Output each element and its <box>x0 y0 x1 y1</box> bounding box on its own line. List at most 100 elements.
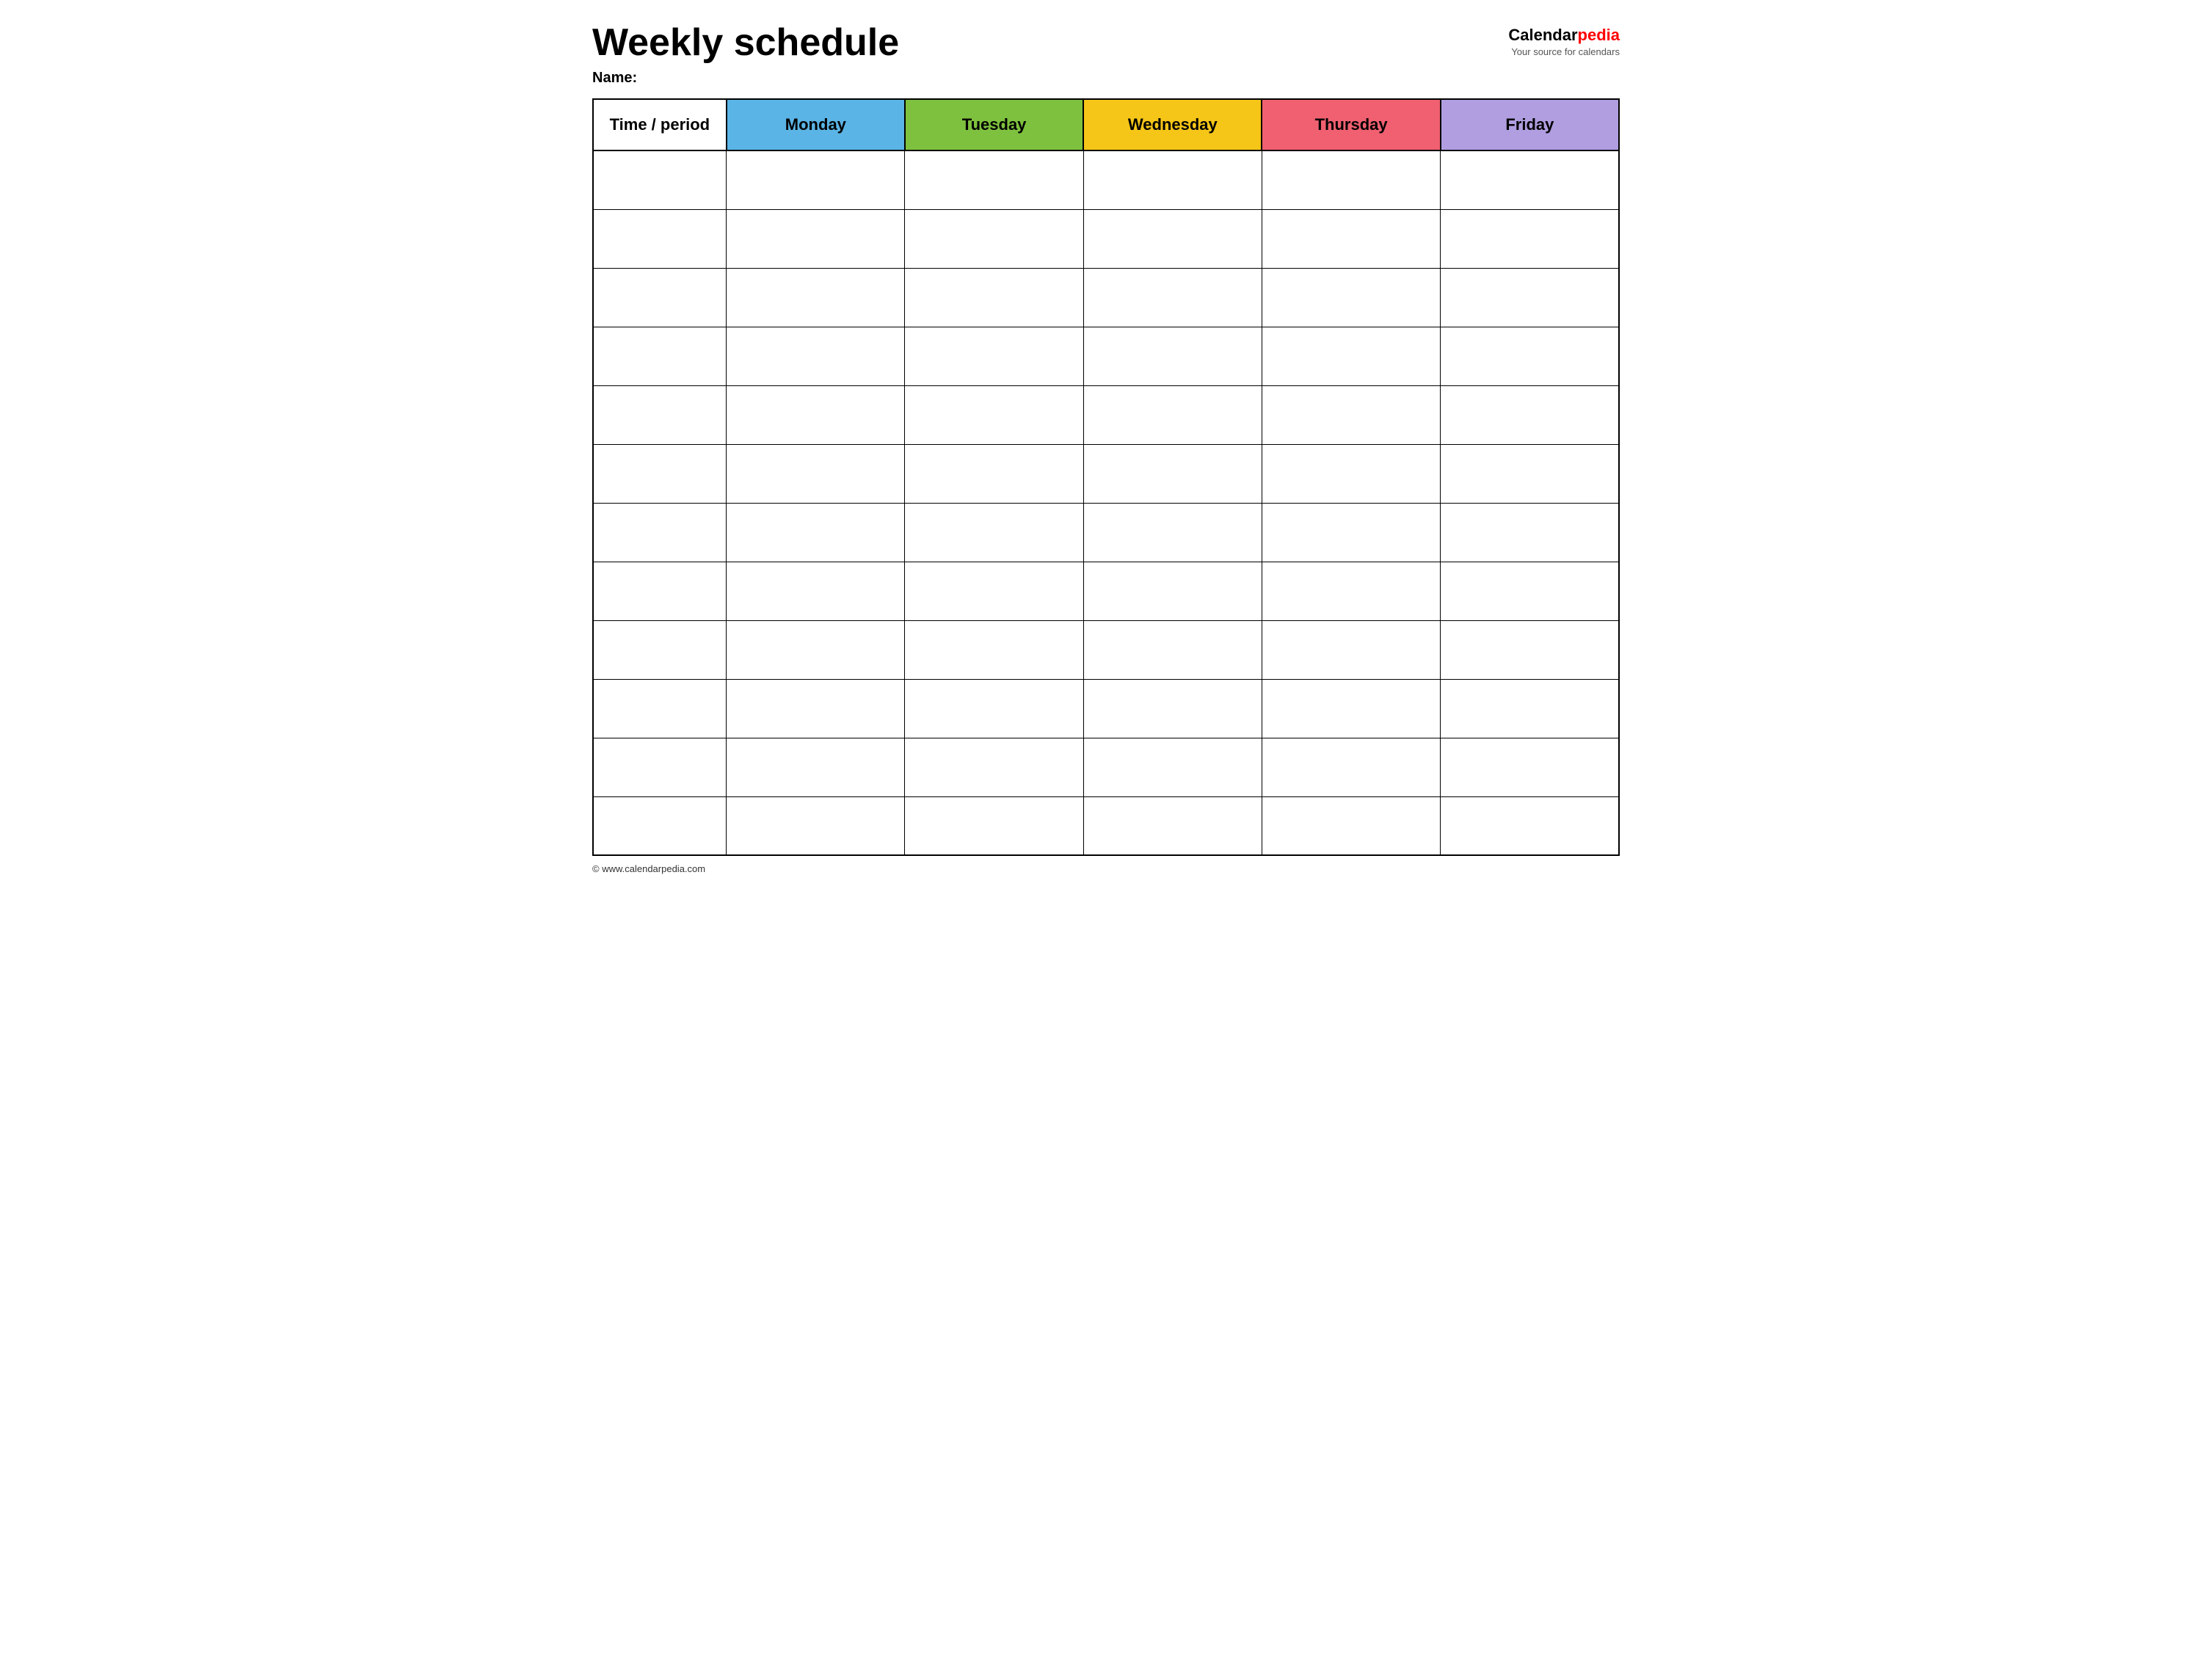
table-row <box>593 738 1619 796</box>
table-cell[interactable] <box>727 562 905 620</box>
logo-calendar: Calendar <box>1508 26 1577 44</box>
table-row <box>593 327 1619 385</box>
table-cell[interactable] <box>1441 620 1619 679</box>
table-cell[interactable] <box>1441 327 1619 385</box>
table-cell[interactable] <box>1083 796 1262 855</box>
table-cell[interactable] <box>905 503 1083 562</box>
table-cell[interactable] <box>727 385 905 444</box>
table-row <box>593 209 1619 268</box>
table-cell[interactable] <box>727 679 905 738</box>
table-cell[interactable] <box>1262 150 1440 209</box>
table-cell[interactable] <box>727 738 905 796</box>
table-cell[interactable] <box>1083 620 1262 679</box>
table-cell[interactable] <box>727 268 905 327</box>
table-cell[interactable] <box>727 150 905 209</box>
table-cell[interactable] <box>593 738 727 796</box>
table-cell[interactable] <box>905 444 1083 503</box>
table-row <box>593 796 1619 855</box>
table-cell[interactable] <box>905 150 1083 209</box>
table-cell[interactable] <box>1083 209 1262 268</box>
header-row: Time / period Monday Tuesday Wednesday T… <box>593 99 1619 150</box>
table-cell[interactable] <box>593 562 727 620</box>
table-cell[interactable] <box>1441 738 1619 796</box>
table-cell[interactable] <box>905 327 1083 385</box>
table-cell[interactable] <box>727 620 905 679</box>
table-cell[interactable] <box>593 444 727 503</box>
col-header-wednesday: Wednesday <box>1083 99 1262 150</box>
col-header-monday: Monday <box>727 99 905 150</box>
table-cell[interactable] <box>1083 327 1262 385</box>
table-cell[interactable] <box>1441 503 1619 562</box>
table-cell[interactable] <box>1262 327 1440 385</box>
table-cell[interactable] <box>1262 503 1440 562</box>
table-cell[interactable] <box>1083 385 1262 444</box>
logo-text: Calendarpedia <box>1508 26 1620 45</box>
table-cell[interactable] <box>1262 562 1440 620</box>
table-cell[interactable] <box>1441 796 1619 855</box>
logo-tagline: Your source for calendars <box>1511 46 1620 57</box>
table-cell[interactable] <box>1262 209 1440 268</box>
table-cell[interactable] <box>1441 562 1619 620</box>
table-cell[interactable] <box>1083 150 1262 209</box>
table-row <box>593 620 1619 679</box>
table-cell[interactable] <box>593 268 727 327</box>
header-section: Weekly schedule Name: Calendarpedia Your… <box>592 22 1620 87</box>
logo-area: Calendarpedia Your source for calendars <box>1508 22 1620 57</box>
table-cell[interactable] <box>1083 444 1262 503</box>
footer-text: © www.calendarpedia.com <box>592 863 1620 874</box>
table-cell[interactable] <box>905 738 1083 796</box>
table-cell[interactable] <box>1441 209 1619 268</box>
table-cell[interactable] <box>1083 679 1262 738</box>
table-cell[interactable] <box>1441 268 1619 327</box>
table-cell[interactable] <box>1441 385 1619 444</box>
table-cell[interactable] <box>1083 562 1262 620</box>
table-cell[interactable] <box>905 796 1083 855</box>
logo-pedia: pedia <box>1578 26 1620 44</box>
table-cell[interactable] <box>1083 738 1262 796</box>
schedule-body <box>593 150 1619 855</box>
table-cell[interactable] <box>1262 268 1440 327</box>
table-cell[interactable] <box>905 268 1083 327</box>
table-cell[interactable] <box>1262 796 1440 855</box>
table-cell[interactable] <box>593 385 727 444</box>
table-cell[interactable] <box>905 562 1083 620</box>
table-cell[interactable] <box>593 503 727 562</box>
copyright-text: © www.calendarpedia.com <box>592 863 705 874</box>
table-cell[interactable] <box>1262 679 1440 738</box>
col-header-thursday: Thursday <box>1262 99 1440 150</box>
table-cell[interactable] <box>1083 503 1262 562</box>
table-cell[interactable] <box>593 209 727 268</box>
table-cell[interactable] <box>727 796 905 855</box>
table-cell[interactable] <box>727 503 905 562</box>
page-title: Weekly schedule <box>592 22 899 64</box>
table-cell[interactable] <box>727 327 905 385</box>
table-row <box>593 268 1619 327</box>
table-row <box>593 679 1619 738</box>
table-row <box>593 385 1619 444</box>
table-cell[interactable] <box>593 327 727 385</box>
table-cell[interactable] <box>1262 385 1440 444</box>
table-cell[interactable] <box>905 679 1083 738</box>
table-cell[interactable] <box>727 444 905 503</box>
table-cell[interactable] <box>593 620 727 679</box>
name-label: Name: <box>592 70 899 87</box>
table-cell[interactable] <box>1262 620 1440 679</box>
table-cell[interactable] <box>1441 150 1619 209</box>
table-cell[interactable] <box>1262 738 1440 796</box>
table-cell[interactable] <box>1441 679 1619 738</box>
col-header-friday: Friday <box>1441 99 1619 150</box>
table-cell[interactable] <box>905 385 1083 444</box>
table-cell[interactable] <box>1083 268 1262 327</box>
table-cell[interactable] <box>905 209 1083 268</box>
table-row <box>593 150 1619 209</box>
table-row <box>593 503 1619 562</box>
table-cell[interactable] <box>1262 444 1440 503</box>
table-cell[interactable] <box>593 150 727 209</box>
table-cell[interactable] <box>593 796 727 855</box>
table-cell[interactable] <box>727 209 905 268</box>
col-header-time: Time / period <box>593 99 727 150</box>
table-cell[interactable] <box>593 679 727 738</box>
table-cell[interactable] <box>1441 444 1619 503</box>
title-area: Weekly schedule Name: <box>592 22 899 87</box>
table-cell[interactable] <box>905 620 1083 679</box>
